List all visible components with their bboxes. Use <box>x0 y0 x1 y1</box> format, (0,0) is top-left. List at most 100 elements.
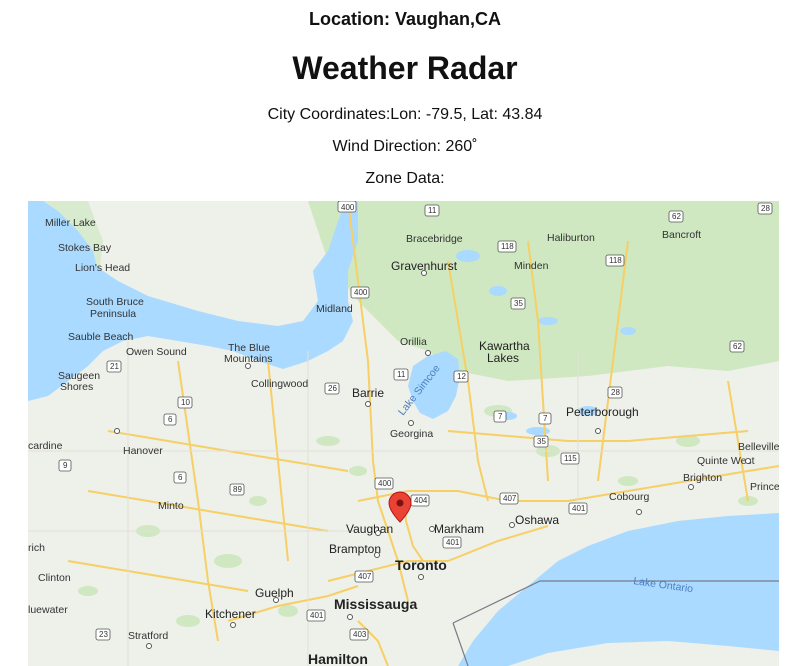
svg-text:26: 26 <box>328 384 337 393</box>
label-stokes-bay: Stokes Bay <box>58 242 112 254</box>
svg-text:23: 23 <box>99 630 108 639</box>
shield-10: 10 <box>177 396 193 409</box>
svg-text:403: 403 <box>353 630 367 639</box>
shield-23: 23 <box>95 628 111 641</box>
shield-400-top: 400 <box>337 201 357 213</box>
shield-62-top: 62 <box>668 210 684 223</box>
svg-text:28: 28 <box>611 388 620 397</box>
svg-text:89: 89 <box>233 485 242 494</box>
label-brighton: Brighton <box>683 472 722 484</box>
label-toronto: Toronto <box>395 557 447 573</box>
shield-11-top: 11 <box>424 204 440 217</box>
label-clinton: Clinton <box>38 572 71 584</box>
shield-115: 115 <box>560 452 580 465</box>
label-peterborough: Peterborough <box>566 405 639 419</box>
shield-407-low: 407 <box>354 570 374 583</box>
shield-407-east: 407 <box>499 492 519 505</box>
label-kitchener: Kitchener <box>205 607 256 621</box>
label-brampton: Brampton <box>329 542 381 556</box>
shield-62-right: 62 <box>729 340 745 353</box>
shield-400-low: 400 <box>374 477 394 490</box>
label-south-bruce-peninsula-1: South Bruce <box>86 296 144 308</box>
svg-text:400: 400 <box>354 288 368 297</box>
city-coordinates: City Coordinates:Lon: -79.5, Lat: 43.84 <box>267 106 543 123</box>
svg-text:6: 6 <box>168 415 173 424</box>
label-minto: Minto <box>158 500 184 512</box>
svg-text:115: 115 <box>564 454 577 463</box>
label-owen-sound: Owen Sound <box>126 346 187 358</box>
shield-6-b: 6 <box>173 471 187 484</box>
label-lions-head: Lion's Head <box>75 262 130 274</box>
label-mississauga: Mississauga <box>334 596 417 612</box>
shield-118-a: 118 <box>497 240 517 253</box>
svg-text:6: 6 <box>178 473 183 482</box>
label-rich: rich <box>28 542 45 554</box>
label-vaughan: Vaughan <box>346 522 393 536</box>
label-bancroft: Bancroft <box>662 229 701 241</box>
label-south-bruce-peninsula-2: Peninsula <box>90 308 136 320</box>
shield-26: 26 <box>324 382 340 395</box>
label-markham: Markham <box>434 522 484 536</box>
shield-403: 403 <box>349 628 369 641</box>
zone-data: Zone Data: <box>365 170 445 187</box>
shield-35-b: 35 <box>533 435 549 448</box>
svg-text:35: 35 <box>537 437 546 446</box>
svg-text:62: 62 <box>733 342 742 351</box>
label-hanover: Hanover <box>123 445 163 457</box>
svg-text:400: 400 <box>378 479 392 488</box>
label-oshawa: Oshawa <box>515 513 559 527</box>
svg-text:400: 400 <box>341 203 355 212</box>
shield-12: 12 <box>453 370 469 383</box>
shield-401-mid: 401 <box>442 536 462 549</box>
label-hamilton: Hamilton <box>308 651 368 666</box>
svg-text:11: 11 <box>397 370 406 379</box>
shield-6-a: 6 <box>163 413 177 426</box>
shield-7-b: 7 <box>538 412 552 425</box>
shield-11-mid: 11 <box>393 368 409 381</box>
label-belleville: Belleville <box>738 441 779 453</box>
svg-text:407: 407 <box>503 494 517 503</box>
shield-400-mid: 400 <box>350 286 370 299</box>
svg-text:28: 28 <box>761 204 770 213</box>
label-bracebridge: Bracebridge <box>406 233 463 245</box>
svg-text:401: 401 <box>446 538 460 547</box>
svg-text:62: 62 <box>672 212 681 221</box>
shield-7-a: 7 <box>493 410 507 423</box>
page-title: Weather Radar <box>292 50 518 86</box>
shield-35-a: 35 <box>510 297 526 310</box>
label-saugeen-shores-2: Shores <box>60 381 93 393</box>
location-heading: Location: Vaughan,CA <box>308 9 501 29</box>
label-stratford: Stratford <box>128 630 168 642</box>
radar-map[interactable]: Lake Simcoe Lake Ontario Miller Lake Sto… <box>28 201 779 666</box>
svg-text:401: 401 <box>310 611 324 620</box>
label-collingwood: Collingwood <box>251 378 308 390</box>
svg-text:10: 10 <box>181 398 190 407</box>
svg-text:118: 118 <box>609 256 622 265</box>
shield-401-east: 401 <box>568 502 588 515</box>
label-minden: Minden <box>514 260 549 272</box>
shield-28-mid: 28 <box>607 386 623 399</box>
svg-text:7: 7 <box>498 412 503 421</box>
shield-118-b: 118 <box>605 254 625 267</box>
shield-9: 9 <box>58 459 72 472</box>
shield-404: 404 <box>410 494 430 507</box>
shield-89: 89 <box>229 483 245 496</box>
svg-text:35: 35 <box>514 299 523 308</box>
label-luewater: luewater <box>28 604 68 616</box>
label-barrie: Barrie <box>352 386 384 400</box>
svg-text:118: 118 <box>501 242 514 251</box>
svg-text:11: 11 <box>428 206 437 215</box>
label-orillia: Orillia <box>400 336 427 348</box>
label-cobourg: Cobourg <box>609 491 649 503</box>
svg-text:9: 9 <box>63 461 68 470</box>
svg-text:12: 12 <box>457 372 466 381</box>
label-miller-lake: Miller Lake <box>45 217 96 229</box>
svg-text:407: 407 <box>358 572 372 581</box>
svg-text:401: 401 <box>572 504 586 513</box>
map-canvas[interactable]: Lake Simcoe Lake Ontario Miller Lake Sto… <box>28 201 779 666</box>
label-prince: Prince <box>750 481 779 493</box>
shield-28-top: 28 <box>757 202 773 215</box>
svg-text:21: 21 <box>110 362 119 371</box>
label-cardine: cardine <box>28 440 63 452</box>
label-midland: Midland <box>316 303 353 315</box>
